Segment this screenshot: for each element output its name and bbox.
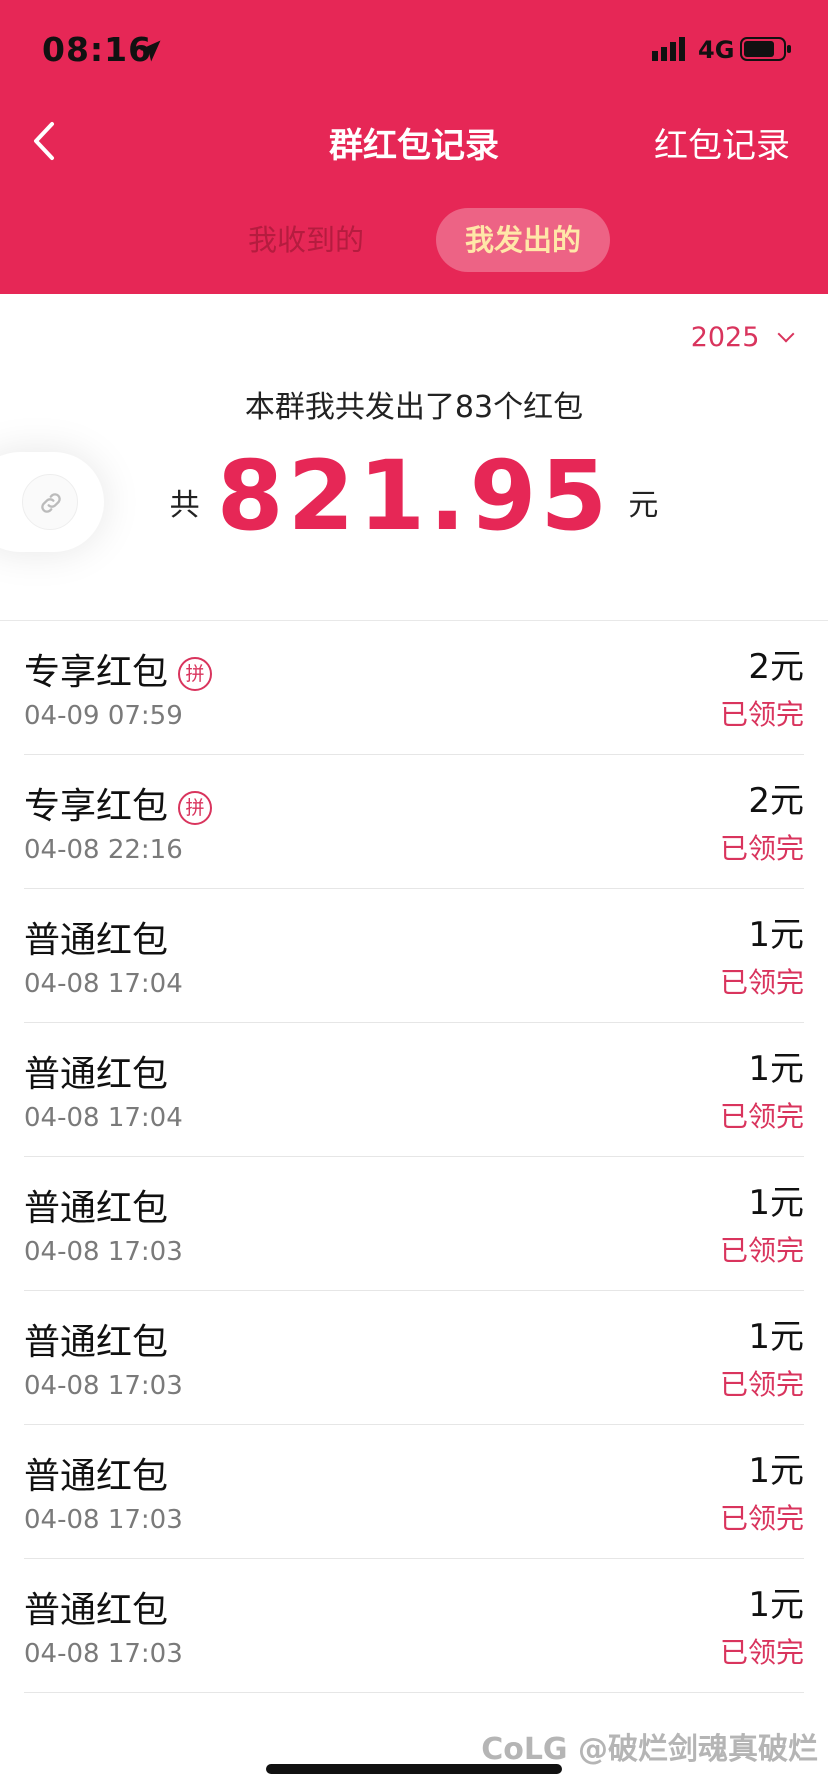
year-label: 2025 — [690, 322, 760, 353]
record-amount: 2元 — [748, 781, 804, 821]
record-row[interactable]: 普通红包 04-08 17:04 1元 已领完 — [24, 1023, 804, 1157]
record-name: 普通红包 — [24, 1456, 169, 1497]
record-name: 专享红包拼 — [24, 777, 213, 829]
year-selector[interactable]: 2025 — [690, 322, 795, 353]
record-time: 04-09 07:59 — [24, 701, 183, 731]
record-status: 已领完 — [719, 832, 804, 865]
sent-summary: 本群我共发出了83个红包 — [244, 390, 584, 425]
record-name: 普通红包 — [24, 920, 169, 961]
home-indicator — [266, 1764, 562, 1774]
red-packet-records-link[interactable]: 红包记录 — [654, 118, 790, 167]
record-time: 04-08 17:03 — [24, 1505, 183, 1535]
chevron-down-icon — [777, 325, 795, 343]
tab-received[interactable]: 我收到的 — [226, 208, 386, 272]
record-amount: 1元 — [748, 1451, 804, 1491]
record-amount: 1元 — [748, 1317, 804, 1357]
record-row[interactable]: 专享红包拼 04-08 22:16 2元 已领完 — [24, 755, 804, 889]
record-time: 04-08 17:03 — [24, 1237, 183, 1267]
record-status: 已领完 — [719, 1502, 804, 1535]
battery-icon — [740, 37, 791, 61]
link-circle — [22, 474, 78, 530]
share-link-button[interactable] — [0, 452, 104, 552]
signal-icon — [652, 37, 685, 61]
record-status: 已领完 — [719, 1368, 804, 1401]
record-row[interactable]: 普通红包 04-08 17:03 1元 已领完 — [24, 1291, 804, 1425]
record-status: 已领完 — [719, 1100, 804, 1133]
group-badge-icon: 拼 — [178, 657, 213, 691]
total-suffix: 元 — [628, 488, 659, 523]
record-time: 04-08 17:03 — [24, 1371, 183, 1401]
tab-sent[interactable]: 我发出的 — [436, 208, 610, 272]
total-amount-row: 共 821.95 元 — [0, 440, 828, 552]
record-status: 已领完 — [719, 966, 804, 999]
record-time: 04-08 17:03 — [24, 1639, 183, 1669]
record-time: 04-08 17:04 — [24, 1103, 183, 1133]
record-time: 04-08 22:16 — [24, 835, 183, 865]
location-arrow-icon — [139, 40, 161, 62]
total-amount: 821.95 — [216, 440, 612, 552]
record-time: 04-08 17:04 — [24, 969, 183, 999]
record-name: 专享红包拼 — [24, 643, 213, 695]
group-badge-icon: 拼 — [178, 791, 213, 825]
record-name: 普通红包 — [24, 1322, 169, 1363]
record-status: 已领完 — [719, 1234, 804, 1267]
record-amount: 1元 — [748, 915, 804, 955]
record-amount: 1元 — [748, 1183, 804, 1223]
watermark: CoLG @破烂剑魂真破烂 — [481, 1732, 818, 1767]
record-status: 已领完 — [719, 698, 804, 731]
record-list: 专享红包拼 04-09 07:59 2元 已领完 专享红包拼 04-08 22:… — [0, 621, 828, 1693]
record-status: 已领完 — [719, 1636, 804, 1669]
network-label: 4G — [698, 36, 735, 64]
record-row[interactable]: 普通红包 04-08 17:04 1元 已领完 — [24, 889, 804, 1023]
record-row[interactable]: 普通红包 04-08 17:03 1元 已领完 — [24, 1559, 804, 1693]
record-amount: 1元 — [748, 1049, 804, 1089]
link-icon — [41, 493, 61, 513]
record-amount: 2元 — [748, 647, 804, 687]
record-name: 普通红包 — [24, 1054, 169, 1095]
total-prefix: 共 — [169, 488, 200, 523]
page: 08:16 4G 群红包记录 红包记录 我收到的 我发出的 2025 本群我共发… — [0, 0, 828, 1792]
record-row[interactable]: 专享红包拼 04-09 07:59 2元 已领完 — [24, 621, 804, 755]
header: 08:16 4G 群红包记录 红包记录 我收到的 我发出的 — [0, 0, 828, 294]
record-row[interactable]: 普通红包 04-08 17:03 1元 已领完 — [24, 1425, 804, 1559]
record-amount: 1元 — [748, 1585, 804, 1625]
record-row[interactable]: 普通红包 04-08 17:03 1元 已领完 — [24, 1157, 804, 1291]
record-name: 普通红包 — [24, 1188, 169, 1229]
record-name: 普通红包 — [24, 1590, 169, 1631]
